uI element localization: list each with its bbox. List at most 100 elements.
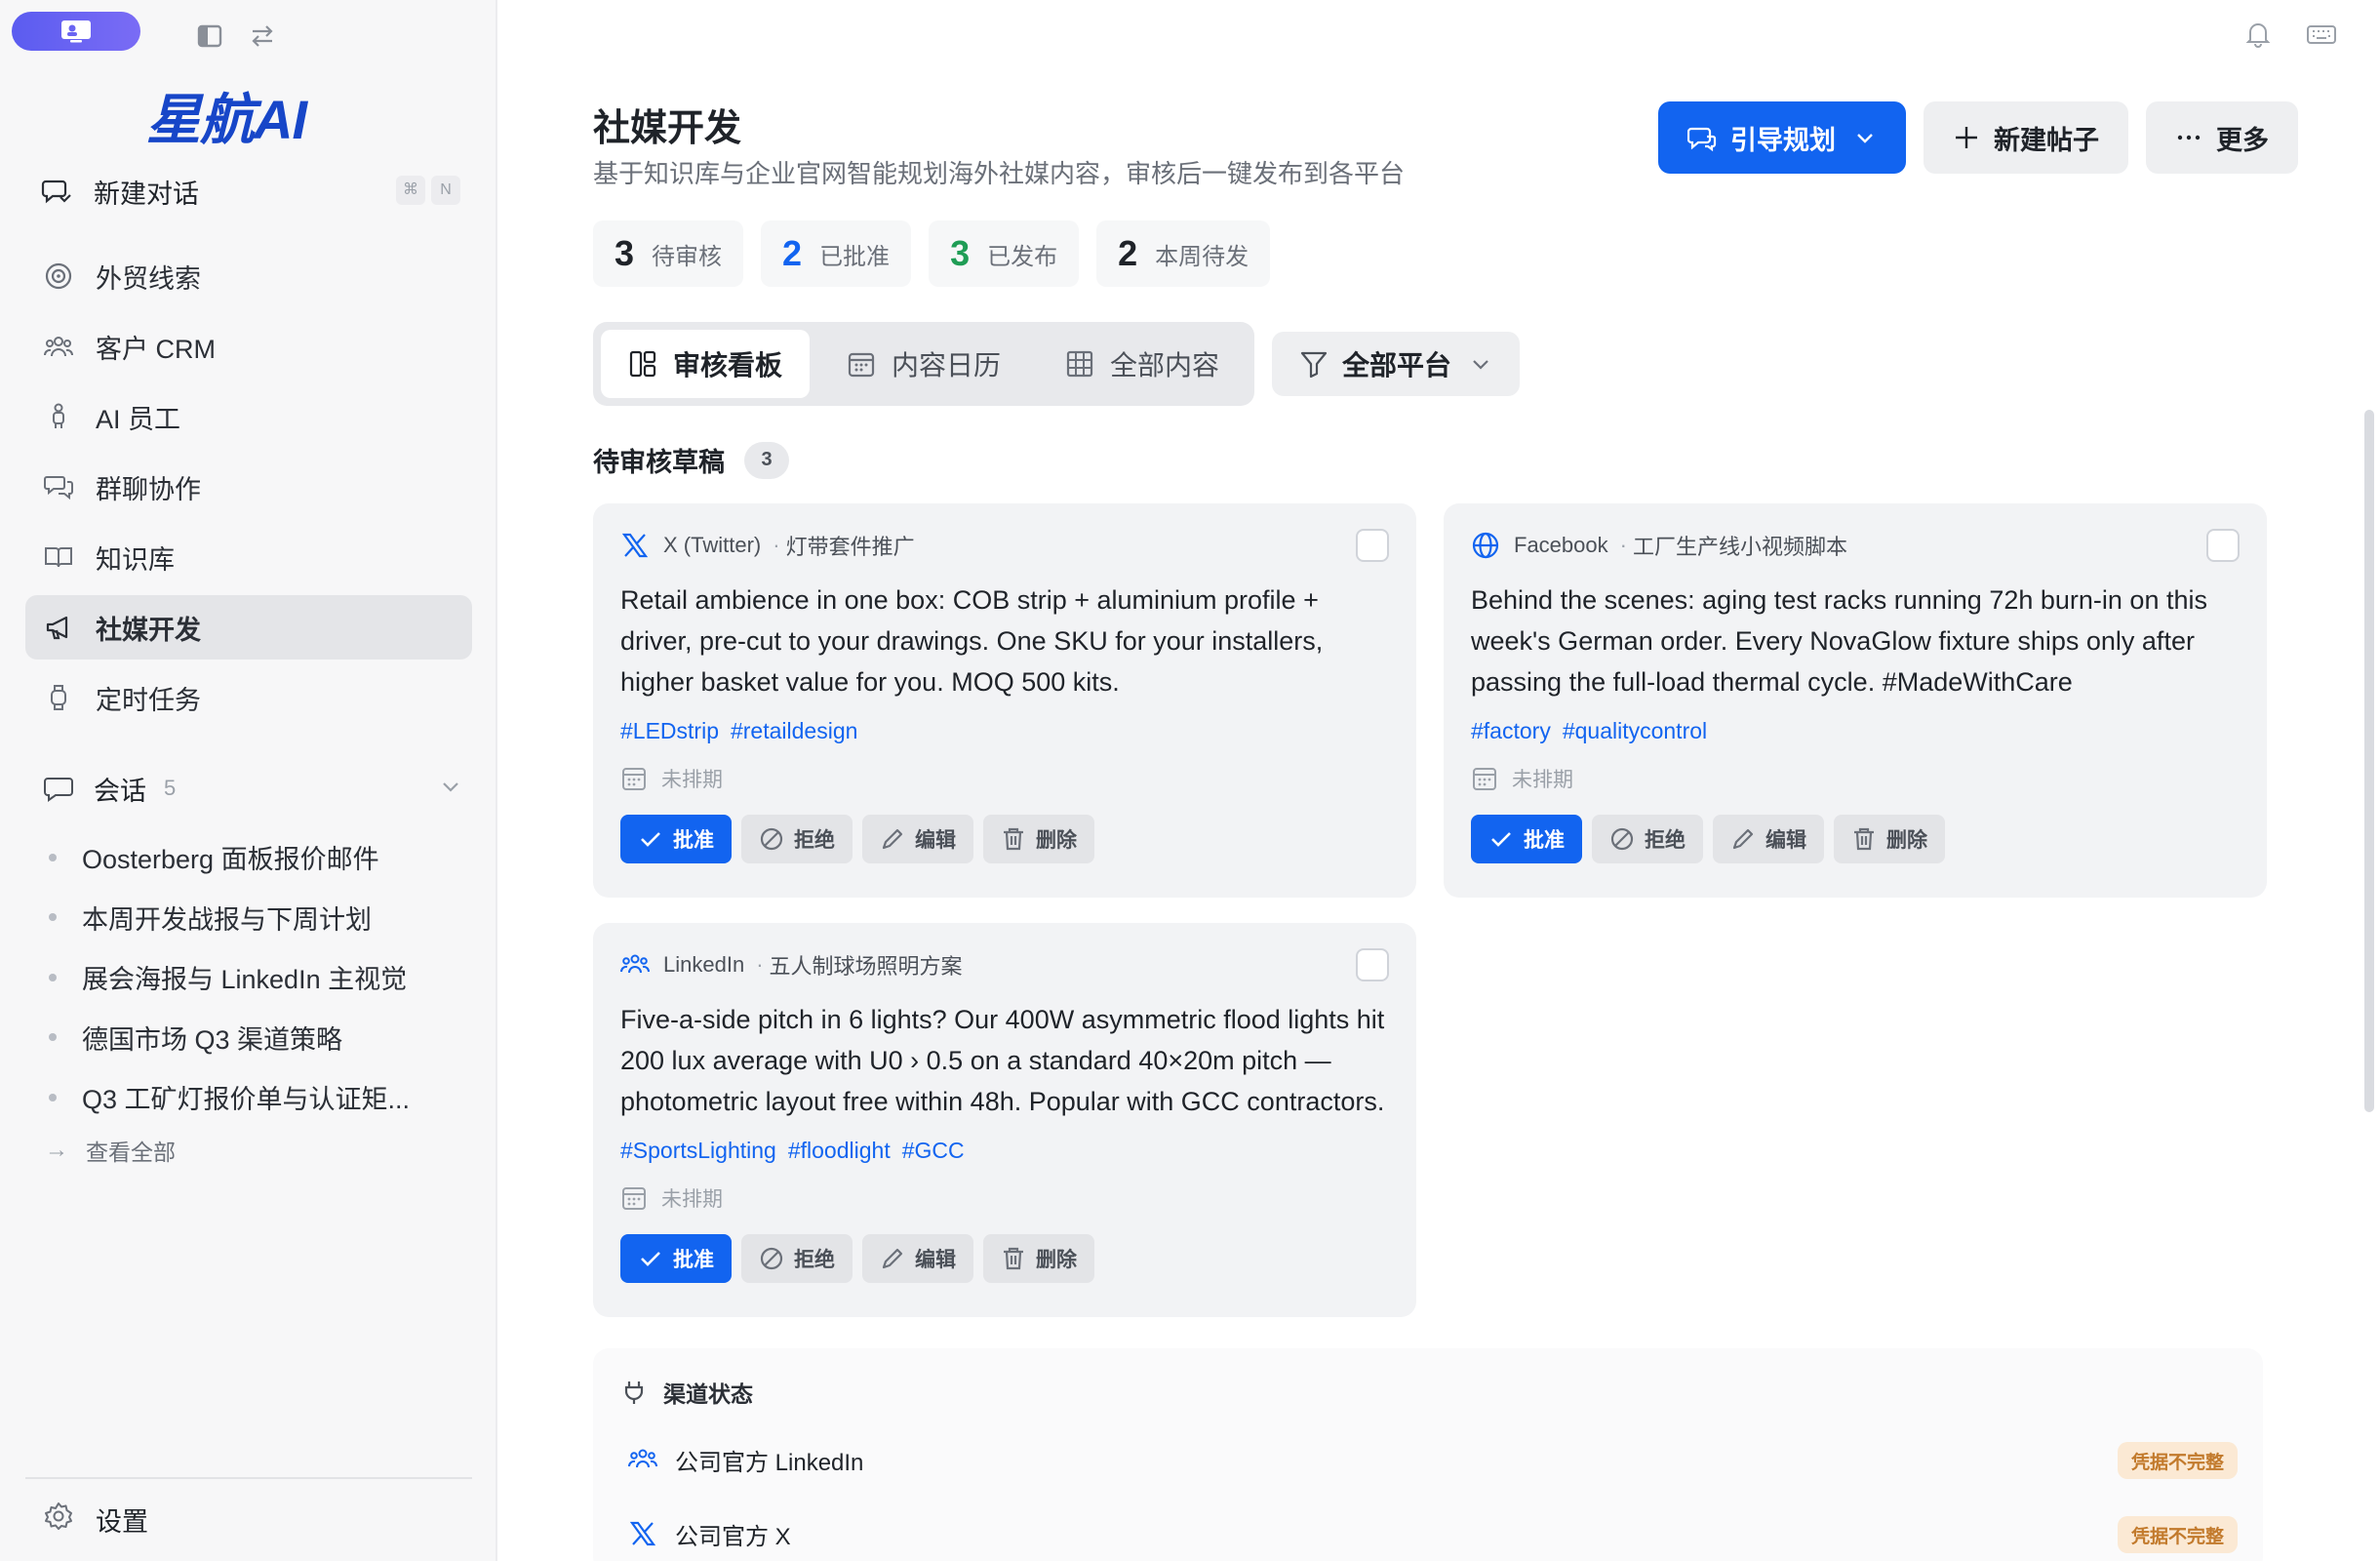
reject-label: 拒绝 [794,829,835,852]
edit-button[interactable]: 编辑 [1713,815,1824,863]
list-item[interactable]: 德国市场 Q3 渠道策略 [49,1008,468,1068]
tab-content-calendar[interactable]: 内容日历 [819,330,1028,398]
stat-label: 本周待发 [1155,243,1250,270]
reject-button[interactable]: 拒绝 [741,1234,853,1283]
header-actions: 引导规划 新建帖子 更多 [1658,101,2298,174]
sidebar-item-crm[interactable]: 客户 CRM [25,314,472,379]
platform-filter[interactable]: 全部平台 [1272,332,1521,396]
page-title: 社媒开发 [593,108,742,149]
workspace-switch-button[interactable] [12,12,140,51]
toggle-sidebar-button[interactable] [195,21,224,51]
hashtag[interactable]: #floodlight [788,1138,891,1164]
chevron-down-icon[interactable] [439,775,462,805]
tab-review-board[interactable]: 审核看板 [601,330,810,398]
card-actions: 批准 拒绝 编辑 删除 [1471,815,2240,863]
stat-this-week[interactable]: 2 本周待发 [1096,220,1271,287]
hashtag[interactable]: #factory [1471,718,1551,744]
target-icon [43,260,74,292]
schedule-label: 未排期 [661,1188,723,1211]
draft-card-facebook[interactable]: Facebook · 工厂生产线小视频脚本 Behind the scenes:… [1444,503,2267,898]
settings-button[interactable]: 设置 [43,1501,148,1539]
delete-button[interactable]: 删除 [983,815,1094,863]
schedule-label: 未排期 [661,769,723,791]
app-window: 星航AI 新建对话 ⌘ N 外贸线索 客户 CRM AI 员工 群聊协作 知识库… [0,0,2380,1561]
draft-card-linkedin[interactable]: LinkedIn · 五人制球场照明方案 Five-a-side pitch i… [593,923,1416,1317]
arrow-right-icon: → [45,1137,68,1163]
edit-button[interactable]: 编辑 [862,815,973,863]
sidebar-nav: 外贸线索 客户 CRM AI 员工 群聊协作 知识库 社媒开发 定时任务 [25,244,472,736]
select-checkbox[interactable] [1356,948,1389,981]
swap-arrows-icon [252,25,273,47]
sidebar-item-knowledge[interactable]: 知识库 [25,525,472,589]
swap-button[interactable] [248,21,277,51]
hashtag[interactable]: #SportsLighting [620,1138,776,1164]
sidebar-item-scheduled[interactable]: 定时任务 [25,665,472,730]
chat-bubble-icon [44,778,73,802]
plus-icon [1953,124,1980,151]
hashtag[interactable]: #retaildesign [731,718,857,744]
pencil-icon [880,1246,905,1271]
view-all-link[interactable]: → 查看全部 [45,1134,176,1167]
select-checkbox[interactable] [1356,529,1389,562]
approve-button[interactable]: 批准 [620,1234,732,1283]
select-checkbox[interactable] [2206,529,2240,562]
post-body: Five-a-side pitch in 6 lights? Our 400W … [620,1005,1385,1116]
list-item[interactable]: Q3 工矿灯报价单与认证矩... [49,1067,468,1128]
reject-button[interactable]: 拒绝 [1592,815,1703,863]
sidebar-item-label: 客户 CRM [96,334,216,364]
new-chat-icon [41,180,71,204]
sidebar-item-group-chat[interactable]: 群聊协作 [25,455,472,519]
app-logo: 星航AI [146,89,307,150]
megaphone-icon [43,612,74,643]
channel-row-x[interactable]: 公司官方 X 凭据不完整 [628,1514,2238,1553]
list-item[interactable]: 展会海报与 LinkedIn 主视觉 [49,947,468,1008]
list-item[interactable]: 本周开发战报与下周计划 [49,888,468,948]
filter-label: 全部平台 [1342,350,1452,380]
guided-plan-button[interactable]: 引导规划 [1658,101,1906,174]
reject-button[interactable]: 拒绝 [741,815,853,863]
delete-button[interactable]: 删除 [1834,815,1945,863]
edit-button[interactable]: 编辑 [862,1234,973,1283]
calendar-icon [1471,765,1498,792]
session-list: Oosterberg 面板报价邮件 本周开发战报与下周计划 展会海报与 Link… [49,827,468,1128]
settings-label: 设置 [96,1507,148,1537]
more-button[interactable]: 更多 [2146,101,2298,174]
hashtag[interactable]: #LEDstrip [620,718,719,744]
approve-button[interactable]: 批准 [1471,815,1582,863]
new-chat-button[interactable]: 新建对话 ⌘ N [41,168,460,215]
hashtag[interactable]: #GCC [902,1138,965,1164]
trash-icon [1001,1246,1026,1271]
stat-published[interactable]: 3 已发布 [929,220,1080,287]
list-item[interactable]: Oosterberg 面板报价邮件 [49,827,468,888]
approve-button[interactable]: 批准 [620,815,732,863]
sidebar-item-social[interactable]: 社媒开发 [25,595,472,660]
project-name: 五人制球场照明方案 [769,954,963,979]
approve-label: 批准 [1524,829,1565,852]
new-post-label: 新建帖子 [1994,125,2099,155]
post-body: Retail ambience in one box: COB strip + … [620,585,1324,697]
agent-icon [43,401,74,432]
tab-all-content[interactable]: 全部内容 [1038,330,1247,398]
new-post-button[interactable]: 新建帖子 [1924,101,2128,174]
keyboard-icon[interactable] [2306,20,2337,54]
gear-icon [43,1501,74,1539]
sidebar-panel-icon [197,24,222,48]
card-actions: 批准 拒绝 编辑 删除 [620,815,1389,863]
sidebar-item-leads[interactable]: 外贸线索 [25,244,472,308]
reject-label: 拒绝 [1645,829,1686,852]
channel-row-linkedin[interactable]: 公司官方 LinkedIn 凭据不完整 [628,1440,2238,1479]
session-title: Q3 工矿灯报价单与认证矩... [82,1085,411,1115]
more-label: 更多 [2216,125,2269,155]
stat-pending[interactable]: 3 待审核 [593,220,744,287]
hashtag[interactable]: #qualitycontrol [1563,718,1707,744]
hashtag-list: #factory #qualitycontrol [1471,718,2240,744]
draft-card-x[interactable]: X (Twitter) · 灯带套件推广 Retail ambience in … [593,503,1416,898]
separator-dot: · [1619,533,1627,557]
stat-approved[interactable]: 2 已批准 [761,220,912,287]
main-scrollbar[interactable] [2364,410,2374,1112]
delete-button[interactable]: 删除 [983,1234,1094,1283]
stat-number: 2 [782,233,803,273]
bell-icon[interactable] [2243,20,2273,54]
sidebar-item-ai-staff[interactable]: AI 员工 [25,384,472,449]
sessions-header[interactable]: 会话 5 [43,767,462,810]
